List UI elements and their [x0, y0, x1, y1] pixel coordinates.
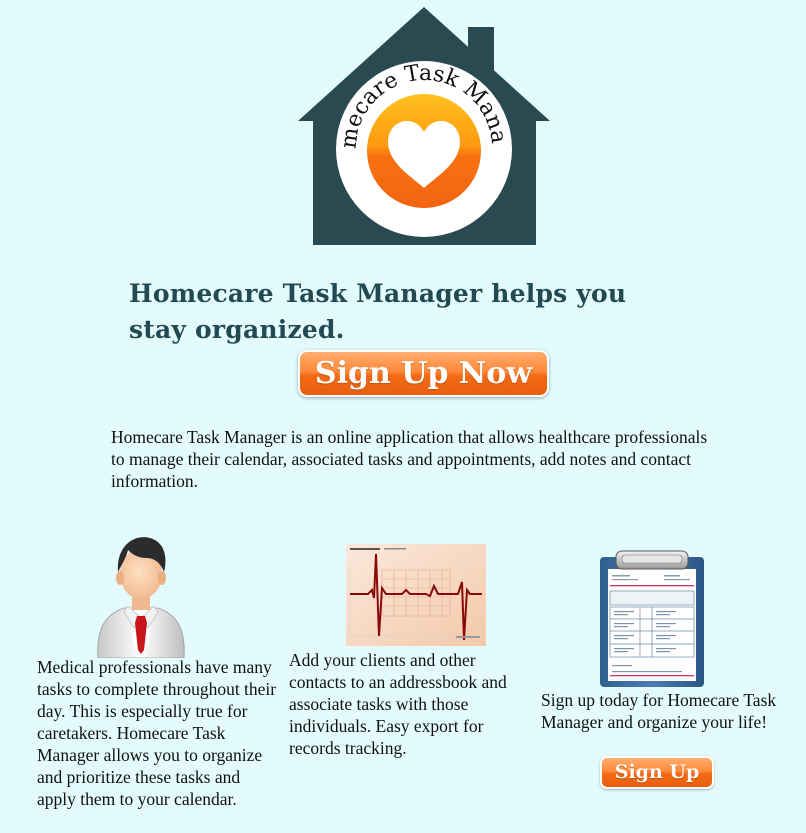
sign-up-button[interactable]: Sign Up	[600, 756, 714, 789]
feature-text-addressbook: Add your clients and other contacts to a…	[289, 650, 507, 758]
intro-paragraph: Homecare Task Manager is an online appli…	[111, 427, 708, 491]
doctor-icon	[97, 537, 185, 658]
homecare-logo: Homecare Task Manager	[296, 5, 550, 245]
clipboard-icon	[600, 550, 704, 687]
page-headline: Homecare Task Manager helps you stay org…	[129, 279, 627, 344]
ekg-chart-icon	[346, 544, 486, 646]
feature-text-signup: Sign up today for Homecare Task Manager …	[541, 690, 777, 732]
feature-text-organize: Medical professionals have many tasks to…	[37, 657, 277, 809]
sign-up-now-button[interactable]: Sign Up Now	[298, 350, 549, 397]
